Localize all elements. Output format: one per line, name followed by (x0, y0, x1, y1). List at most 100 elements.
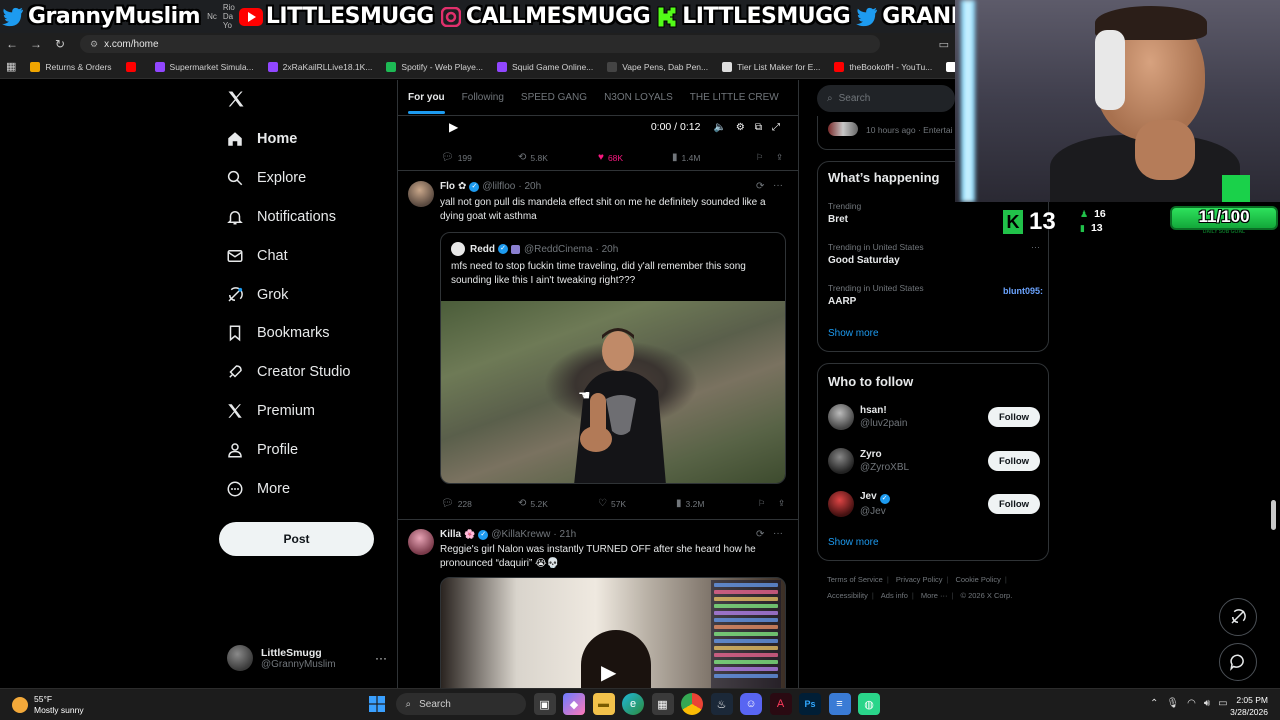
follow-button[interactable]: Follow (988, 494, 1040, 514)
follow-button[interactable]: Follow (988, 407, 1040, 427)
views-button[interactable]: ▮ 3.2M (676, 498, 758, 509)
tab-following[interactable]: Following (462, 92, 504, 103)
tray-chevron-icon[interactable]: ⌃ (1150, 698, 1158, 709)
edge-icon[interactable]: e (622, 693, 644, 715)
bookmark-icon[interactable]: ⚐ (758, 498, 778, 509)
tweet-author-handle[interactable]: @lilfloo (482, 181, 515, 192)
system-clock[interactable]: 2:05 PM 3/28/2026 (1224, 694, 1268, 718)
weather-widget[interactable]: 55°F Mostly sunny (12, 694, 84, 716)
share-icon[interactable]: ⇪ (776, 152, 783, 163)
tab-n3on-loyals[interactable]: N3ON LOYALS (604, 92, 673, 103)
repost-button[interactable]: ⟲ 5.2K (518, 498, 598, 509)
tweet-more-icon[interactable]: ··· (773, 528, 783, 539)
settings-gear-icon[interactable]: ⚙ (736, 122, 745, 133)
steam-icon[interactable]: ♨ (710, 693, 733, 715)
show-more-link[interactable]: Show more (828, 537, 879, 548)
tweet-video[interactable]: ▶ (440, 577, 786, 688)
notepad-icon[interactable]: ≡ (828, 693, 851, 715)
reply-button[interactable]: 💬︎ 228 (441, 498, 518, 509)
nav-item-chat[interactable]: Chat (226, 236, 351, 275)
bookmark-icon[interactable]: ⚐ (756, 152, 776, 163)
play-icon[interactable]: ▶ (449, 120, 458, 134)
obs-app-icon[interactable]: ◍ (858, 693, 880, 715)
show-more-link[interactable]: Show more (828, 328, 879, 339)
views-button[interactable]: ▮ 1.4M (672, 152, 756, 163)
more-dots-icon[interactable]: ··· (375, 651, 387, 665)
search-input[interactable] (838, 93, 939, 104)
follow-button[interactable]: Follow (988, 451, 1040, 471)
quoted-tweet-image[interactable]: ☚ (441, 301, 785, 483)
footer-link[interactable]: Ads info (881, 591, 908, 600)
nav-item-grok[interactable]: Grok (226, 275, 351, 314)
taskbar-search[interactable]: ⌕ Search (395, 693, 526, 715)
like-button[interactable]: ♡ 57K (598, 498, 676, 509)
forward-icon[interactable]: → (24, 37, 48, 51)
nav-item-bookmarks[interactable]: Bookmarks (226, 314, 351, 353)
follow-suggestion[interactable]: hsan! @luv2pain Follow (828, 402, 1040, 432)
grok-icon[interactable]: ⟳ (756, 181, 764, 192)
bookmark-item[interactable]: Squid Game Online... (497, 61, 593, 72)
reply-button[interactable]: 💬︎ 199 (441, 152, 518, 163)
tweet-avatar[interactable] (408, 529, 434, 555)
volume-icon[interactable]: 🔈 (713, 122, 725, 133)
x-logo-icon[interactable] (226, 89, 246, 109)
trend-more-icon[interactable]: ··· (1031, 242, 1040, 252)
reload-icon[interactable]: ↻ (48, 37, 72, 51)
pip-icon[interactable]: ⧉ (755, 122, 762, 133)
bookmark-item[interactable]: Tier List Maker for E... (722, 61, 820, 72)
bookmark-item[interactable]: Returns & Orders (30, 61, 112, 72)
play-icon[interactable]: ▶ (601, 660, 616, 685)
follow-suggestion[interactable]: Jev ✓ @Jev Follow (828, 489, 1040, 519)
nav-item-premium[interactable]: Premium (226, 392, 351, 431)
nav-item-explore[interactable]: Explore (226, 159, 351, 198)
footer-link[interactable]: Accessibility (827, 591, 868, 600)
footer-link[interactable]: Terms of Service (827, 575, 883, 584)
chrome-icon[interactable] (681, 693, 703, 715)
back-icon[interactable]: ← (0, 37, 24, 51)
like-button[interactable]: ♥ 68K (598, 152, 672, 163)
nav-item-home[interactable]: Home (226, 120, 351, 159)
grok-fab[interactable] (1219, 598, 1257, 636)
store-icon[interactable]: ▦ (651, 693, 674, 715)
footer-link[interactable]: © 2026 X Corp. (960, 591, 1012, 600)
tweet-author-name[interactable]: Flo (440, 181, 455, 192)
tweet-time[interactable]: · 21h (553, 529, 576, 540)
tweet-author-name[interactable]: Killa (440, 529, 461, 540)
cast-icon[interactable]: ▭ (939, 38, 949, 51)
follow-suggestion[interactable]: Zyro @ZyroXBL Follow (828, 446, 1040, 476)
share-icon[interactable]: ⇪ (778, 498, 785, 509)
messages-fab[interactable] (1219, 643, 1257, 681)
bookmark-item[interactable]: theBookofH - YouTu... (834, 61, 932, 72)
tab-the-little-crew[interactable]: THE LITTLE CREW (690, 92, 779, 103)
task-view-icon[interactable]: ▣ (533, 693, 556, 715)
address-bar[interactable]: ⚙ x.com/home (80, 35, 880, 53)
discord-icon[interactable]: ☺ (740, 693, 762, 715)
avatar[interactable] (828, 404, 854, 430)
bookmark-item[interactable]: Control Room (946, 61, 955, 72)
copilot-icon[interactable]: ◆ (563, 693, 585, 715)
volume-icon[interactable]: 🔊︎ (1204, 698, 1210, 709)
tab-speed-gang[interactable]: SPEED GANG (521, 92, 587, 103)
footer-link[interactable]: Privacy Policy (896, 575, 943, 584)
post-button[interactable]: Post (219, 522, 374, 556)
avatar[interactable] (828, 448, 854, 474)
adobe-icon[interactable]: A (769, 693, 792, 715)
nav-item-more[interactable]: More (226, 469, 351, 508)
bookmark-item[interactable]: Supermarket Simula... (154, 61, 254, 72)
nav-item-notifications[interactable]: Notifications (226, 198, 351, 237)
bookmark-item[interactable] (125, 61, 141, 72)
windows-start-icon[interactable] (366, 693, 388, 715)
microphone-icon[interactable]: 🎙︎ (1166, 698, 1179, 709)
page-scrollbar[interactable] (1271, 500, 1276, 530)
tweet-author-handle[interactable]: @KillaKreww (491, 529, 550, 540)
search-box[interactable]: ⌕ (817, 85, 955, 112)
quoted-tweet[interactable]: Redd ✓ @ReddCinema · 20h mfs need to sto… (440, 232, 786, 484)
account-switcher[interactable]: LittleSmugg @GrannyMuslim ··· (227, 643, 387, 673)
tweet-avatar[interactable] (408, 181, 434, 207)
file-explorer-icon[interactable]: ▬ (592, 693, 615, 715)
bookmark-item[interactable]: Spotify - Web Playe... (386, 61, 483, 72)
repost-button[interactable]: ⟲ 5.8K (518, 152, 598, 163)
apps-grid-icon[interactable]: ▦ (6, 60, 16, 73)
trend-item[interactable]: Trending in United States Good Saturday ··… (828, 242, 1040, 266)
footer-link[interactable]: More ··· (921, 591, 948, 600)
